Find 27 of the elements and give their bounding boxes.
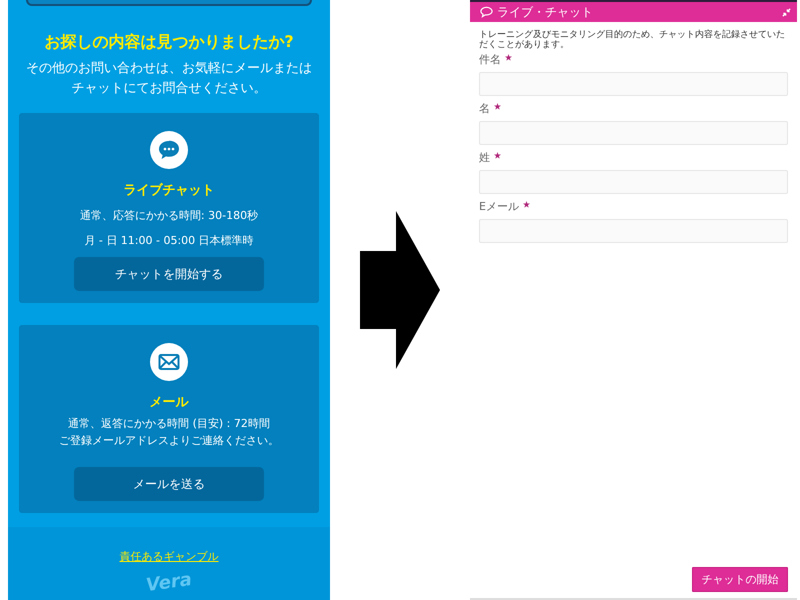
input-field[interactable] — [479, 219, 788, 243]
card-text: 月 - 日 11:00 - 05:00 日本標準時 — [84, 233, 254, 249]
arrow-icon — [360, 211, 440, 369]
field-label: 姓 — [479, 151, 490, 165]
input-field[interactable] — [479, 170, 788, 194]
input-field[interactable] — [479, 121, 788, 145]
minimize-icon[interactable] — [782, 8, 791, 16]
card-title: ライブチャット — [124, 182, 214, 199]
help-intro: その他のお問い合わせは、お気軽にメールまたはチャットにてお問合せください。 — [25, 60, 313, 98]
logo: Vera — [144, 568, 194, 596]
field-label: 件名 — [479, 53, 501, 67]
start-chat-button[interactable]: チャットを開始する — [74, 257, 264, 291]
envelope-icon — [150, 343, 188, 381]
card-text: 通常、応答にかかる時間: 30-180秒 — [80, 208, 258, 224]
chat-title: ライブ・チャット — [497, 4, 593, 20]
input-field[interactable] — [479, 72, 788, 96]
card-text: 通常、返答にかかる時間 (目安) : 72時間 — [68, 416, 270, 432]
speech-bubble-icon — [480, 6, 493, 18]
send-mail-button[interactable]: メールを送る — [74, 467, 264, 501]
help-heading: お探しの内容は見つかりましたか? — [44, 32, 294, 53]
field-label: Eメール — [479, 200, 519, 214]
field-label: 名 — [479, 102, 490, 116]
chat-bubble-icon — [150, 131, 188, 169]
card-title: メール — [150, 394, 188, 411]
start-chat-button[interactable]: チャットの開始 — [692, 567, 788, 592]
card-text: ご登録メールアドレスよりご連絡ください。 — [59, 433, 279, 449]
recording-notice: トレーニング及びモニタリング目的のため、チャット内容を記録させていただくことがあります。 — [479, 30, 786, 50]
